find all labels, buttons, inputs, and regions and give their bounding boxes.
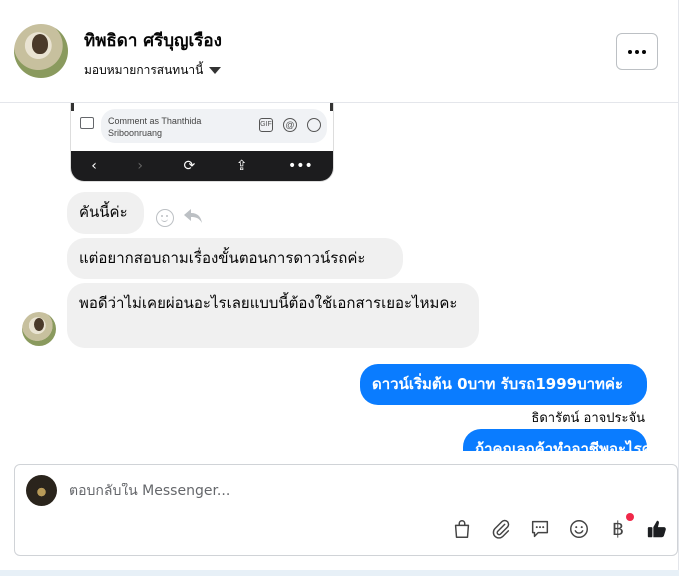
incoming-message[interactable]: แต่อยากสอบถามเรื่องขั้นตอนการดาวน์รถค่ะ [67,238,403,279]
reply-input[interactable] [69,483,469,499]
assign-label: มอบหมายการสนทนานี้ [84,63,204,77]
refresh-icon: ⟳ [183,158,196,174]
baht-icon[interactable]: ฿ [606,513,634,541]
gif-icon: GIF [259,118,273,132]
outgoing-message[interactable]: ถ้าคุณลูกค้าทำอาชีพอะไรคะ [463,429,660,451]
chat-bubble-glyph [531,520,549,538]
contact-avatar-small [22,312,56,346]
emoji-icon[interactable] [567,517,591,541]
thumbs-up-glyph [647,520,666,538]
more-icon [628,49,632,54]
chat-bubble-icon[interactable] [528,517,552,541]
screenshot-browser-nav: ‹ › ⟳ ⇪ ••• [71,151,333,181]
window-bottom-strip [0,570,679,576]
share-icon: ⇪ [235,158,248,174]
chevron-down-icon [209,67,222,74]
shopping-bag-icon[interactable] [450,517,474,541]
camera-icon [80,117,94,129]
paperclip-icon[interactable] [489,517,513,541]
more-options-button[interactable] [616,33,658,70]
phone-edge [71,103,74,111]
message-thread[interactable]: Comment as Thanthida Sriboonruang GIF @ … [0,103,678,451]
composer-toolbar: ฿ [450,513,669,541]
at-icon: @ [283,118,297,132]
notification-dot [626,513,634,521]
forward-icon: › [137,158,143,174]
incoming-message[interactable]: คันนี้ค่ะ [67,192,144,234]
page-avatar [26,475,57,506]
back-icon: ‹ [91,158,97,174]
thumbs-up-icon[interactable] [645,517,669,541]
outgoing-message[interactable]: ดาวน์เริ่มต้น 0บาท รับรถ1999บาทค่ะ [360,364,647,405]
smiley-icon [307,118,321,132]
more-icon: ••• [287,158,313,174]
contact-avatar[interactable] [14,24,68,78]
screenshot-attachment[interactable]: Comment as Thanthida Sriboonruang GIF @ … [70,103,334,182]
paperclip-glyph [492,519,510,539]
shopping-bag-glyph [454,520,470,538]
contact-name[interactable]: ทิพธิดา ศรีบุญเรือง [84,27,222,54]
incoming-message[interactable]: พอดีว่าไม่เคยผ่อนอะไรเลยแบบนี้ต้องใช้เอก… [67,283,479,348]
more-icon-dot [642,49,646,54]
baht-symbol: ฿ [611,518,625,540]
reply-arrow-glyph [184,209,202,223]
sender-name: ธิดารัตน์ อาจประจัน [531,411,645,426]
conversation-header: ทิพธิดา ศรีบุญเรือง มอบหมายการสนทนานี้ [0,0,678,103]
assign-conversation-dropdown[interactable]: มอบหมายการสนทนานี้ [84,61,222,80]
screenshot-comment-box: Comment as Thanthida Sriboonruang GIF @ [101,109,327,143]
smiley-icon[interactable] [156,209,174,227]
phone-edge [330,103,333,111]
screenshot-comment-text: Comment as Thanthida Sriboonruang [108,116,202,138]
reply-arrow-icon[interactable] [182,207,204,227]
messenger-panel: ทิพธิดา ศรีบุญเรือง มอบหมายการสนทนานี้ C… [0,0,679,570]
reply-composer: ฿ [14,464,678,556]
emoji-glyph [570,520,588,538]
more-icon-dot [635,49,639,54]
